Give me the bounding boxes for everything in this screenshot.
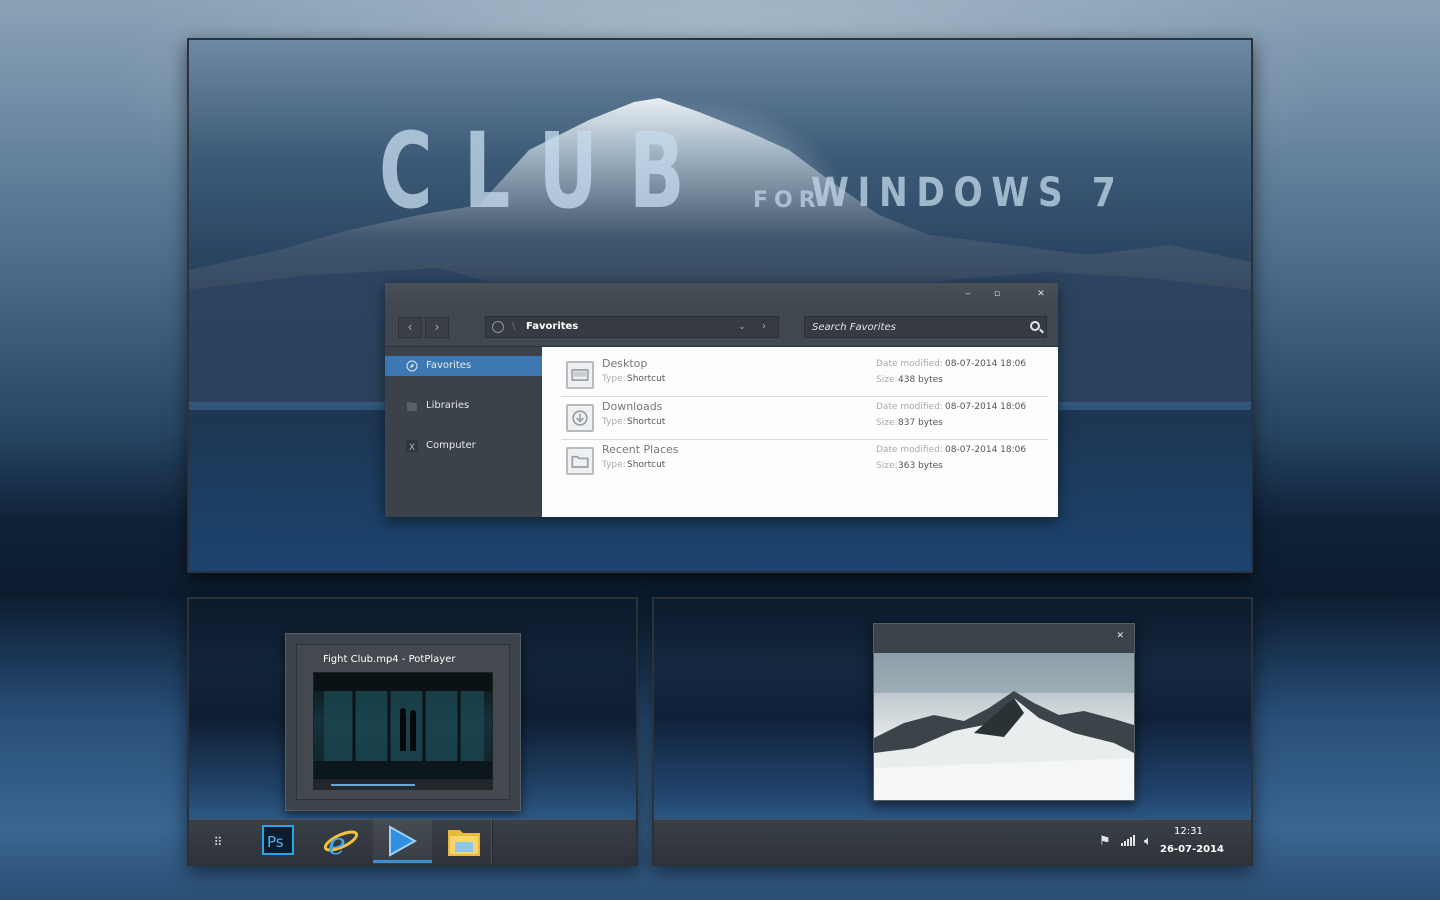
type-value: Shortcut (627, 374, 666, 384)
photo-viewer-titlebar[interactable]: ✕ (874, 624, 1134, 653)
address-text: Favorites (526, 321, 579, 332)
type-label: Type: (602, 460, 626, 470)
search-icon[interactable] (1030, 321, 1040, 331)
type-label: Type: (602, 417, 626, 427)
hero-os: WINDOWS 7 (811, 170, 1125, 216)
taskbar: ⠿ Ps e (189, 819, 636, 864)
list-item[interactable]: Recent Places Type: Shortcut Date modifi… (561, 440, 1048, 483)
thumbnail-window: Fight Club.mp4 - PotPlayer (296, 644, 510, 800)
size-value: 438 bytes (898, 375, 943, 385)
network-signal-icon[interactable] (1121, 834, 1135, 850)
svg-text:e: e (328, 827, 346, 862)
size-value: 837 bytes (898, 418, 943, 428)
address-bar[interactable]: \ Favorites ⌄ › (485, 316, 779, 338)
type-label: Type: (602, 374, 626, 384)
photoshop-icon: Ps (262, 825, 294, 855)
size-value: 363 bytes (898, 461, 943, 471)
breadcrumb-separator: \ (512, 321, 516, 332)
list-item[interactable]: Downloads Type: Shortcut Date modified: … (561, 397, 1048, 440)
player-controls (313, 780, 493, 790)
video-frame (313, 672, 493, 780)
explorer-titlebar[interactable]: ‒ ▫ ✕ (385, 283, 1058, 307)
type-value: Shortcut (627, 460, 666, 470)
minimize-button[interactable]: ‒ (961, 288, 975, 300)
volume-icon[interactable]: 🔈︎ (1144, 834, 1152, 849)
date-label: Date modified: (876, 402, 943, 412)
photo-viewer-window[interactable]: ✕ (873, 623, 1135, 801)
potplayer-taskbar-button[interactable] (373, 820, 432, 864)
explorer-window: ‒ ▫ ✕ ‹ › \ Favorites ⌄ › Favorites (385, 283, 1058, 517)
navigation-pane: Favorites Libraries X Computer (385, 347, 547, 517)
chevron-down-icon[interactable]: ⌄ (738, 317, 746, 337)
photoshop-taskbar-button[interactable]: Ps (249, 820, 308, 864)
action-center-flag-icon[interactable]: ⚑ (1099, 834, 1111, 849)
hero-title: CLUB (379, 110, 716, 232)
sidebar-item-libraries[interactable]: Libraries (385, 396, 542, 416)
taskbar-divider (491, 820, 493, 864)
compass-icon (492, 321, 504, 333)
back-button[interactable]: ‹ (398, 317, 422, 338)
file-name: Downloads (602, 400, 663, 413)
date-label: Date modified: (876, 445, 943, 455)
search-input[interactable] (812, 320, 1022, 335)
snowy-mountains (874, 653, 1134, 800)
play-icon (389, 825, 418, 857)
progress-bar (331, 784, 415, 786)
date-value: 08-07-2014 18:06 (945, 402, 1027, 412)
search-box[interactable] (804, 316, 1047, 338)
sidebar-item-label: Libraries (426, 400, 470, 411)
download-icon (566, 404, 594, 432)
computer-icon: X (406, 440, 418, 452)
file-name: Recent Places (602, 443, 679, 456)
internet-explorer-icon: e (323, 827, 359, 862)
svg-text:Ps: Ps (267, 833, 284, 851)
explorer-toolbar: ‹ › \ Favorites ⌄ › (385, 307, 1058, 347)
date-value: 08-07-2014 18:06 (945, 359, 1027, 369)
clock-date[interactable]: 26-07-2014 (1160, 844, 1224, 855)
close-button[interactable]: ✕ (1034, 288, 1048, 300)
desktop-icon (566, 361, 594, 389)
compass-icon (406, 360, 418, 372)
sidebar-item-favorites[interactable]: Favorites (385, 356, 547, 376)
maximize-button[interactable]: ▫ (990, 288, 1004, 300)
start-button[interactable]: ⠿ (189, 820, 247, 864)
file-name: Desktop (602, 357, 648, 370)
file-list: Desktop Type: Shortcut Date modified: 08… (542, 347, 1058, 517)
clock-time[interactable]: 12:31 (1174, 826, 1203, 837)
folder-icon (448, 830, 480, 856)
close-button[interactable]: ✕ (1116, 631, 1124, 641)
size-label: Size: (876, 418, 898, 428)
desktop-preview-main: CLUB FOR WINDOWS 7 ‒ ▫ ✕ ‹ › \ Favorites… (187, 38, 1253, 573)
type-value: Shortcut (627, 417, 666, 427)
svg-text:X: X (409, 443, 415, 452)
sidebar-item-label: Favorites (426, 360, 472, 371)
forward-button[interactable]: › (425, 317, 449, 338)
internet-explorer-taskbar-button[interactable]: e (311, 820, 370, 864)
list-item[interactable]: Desktop Type: Shortcut Date modified: 08… (561, 354, 1048, 397)
chevron-right-icon[interactable]: › (762, 317, 766, 337)
size-label: Size: (876, 375, 898, 385)
movie-scene (314, 673, 492, 779)
desktop-preview-taskbar-thumbnail: Fight Club.mp4 - PotPlayer ⠿ Ps e (187, 597, 638, 866)
date-label: Date modified: (876, 359, 943, 369)
desktop-preview-photo: ✕ ⚑ 🔈︎ 12:31 26-07-2014 (652, 597, 1253, 866)
size-label: Size: (876, 461, 898, 471)
thumbnail-title: Fight Club.mp4 - PotPlayer (323, 654, 456, 665)
sidebar-item-label: Computer (426, 440, 476, 451)
sidebar-item-computer[interactable]: X Computer (385, 436, 542, 456)
folder-icon (407, 402, 417, 411)
system-tray: ⚑ 🔈︎ 12:31 26-07-2014 (1051, 820, 1251, 864)
taskbar: ⚑ 🔈︎ 12:31 26-07-2014 (654, 819, 1251, 864)
date-value: 08-07-2014 18:06 (945, 445, 1027, 455)
photo-image (874, 653, 1134, 800)
folder-icon (566, 447, 594, 475)
file-explorer-taskbar-button[interactable] (435, 820, 494, 864)
taskbar-thumbnail[interactable]: Fight Club.mp4 - PotPlayer (285, 633, 521, 811)
